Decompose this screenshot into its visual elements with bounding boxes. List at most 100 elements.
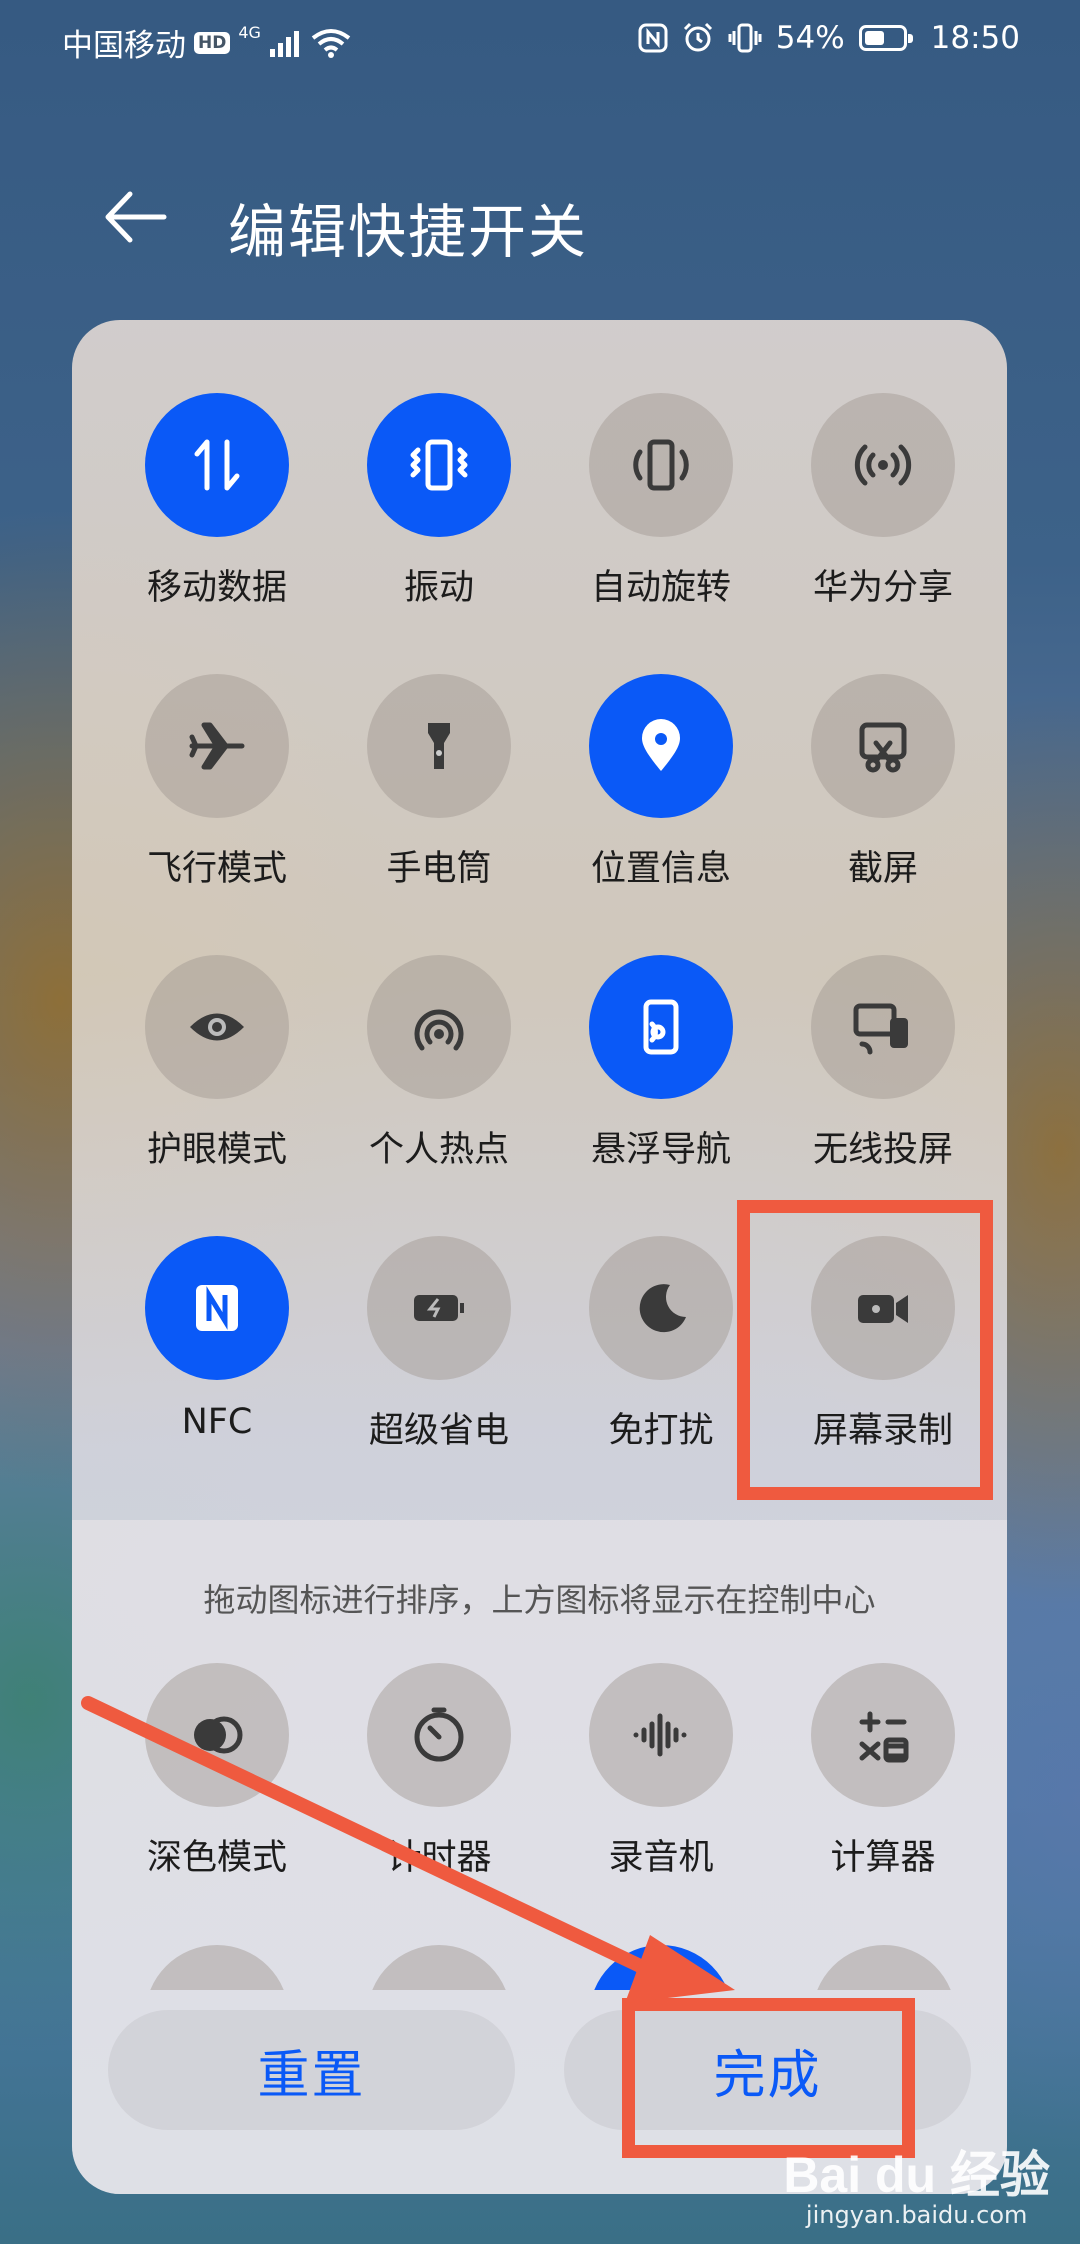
status-bar: 中国移动 HD 4G 54% 18:50 [0, 0, 1080, 80]
tile-label: 飞行模式 [146, 849, 287, 889]
tile-swap-vertical[interactable]: 移动数据 [122, 393, 312, 613]
calculator-icon [859, 1711, 909, 1763]
back-button[interactable] [100, 182, 180, 252]
header: 编辑快捷开关 [0, 170, 1080, 270]
flashlight-icon [428, 723, 450, 769]
tile-label: 位置信息 [590, 849, 731, 889]
tile-dark-mode[interactable]: 深色模式 [122, 1663, 312, 1883]
highlight-box-screen-record [737, 1200, 993, 1500]
tile-label: 录音机 [608, 1838, 714, 1878]
tile-auto-rotate[interactable]: 自动旋转 [566, 393, 756, 613]
tile-label: 手电筒 [386, 849, 492, 889]
partial-tile[interactable] [145, 1945, 289, 1990]
screenshot-scissors-icon [859, 722, 907, 773]
tile-toggle[interactable] [811, 955, 955, 1099]
signal-icon [269, 30, 299, 57]
tile-toggle[interactable] [811, 393, 955, 537]
hd-badge: HD [194, 31, 231, 54]
tile-label: 计时器 [386, 1838, 492, 1878]
tile-label: 振动 [403, 568, 474, 608]
tile-airplane[interactable]: 飞行模式 [122, 674, 312, 894]
tile-toggle[interactable] [367, 1236, 511, 1380]
partial-tile[interactable] [367, 1945, 511, 1990]
wireless-projection-icon [853, 1003, 908, 1055]
tile-vibrate[interactable]: 振动 [344, 393, 534, 613]
vibrate-icon [410, 439, 468, 491]
tile-label: 计算器 [830, 1838, 936, 1878]
tile-nfc[interactable]: NFC [122, 1236, 312, 1456]
tile-toggle[interactable] [367, 393, 511, 537]
tile-toggle[interactable] [367, 955, 511, 1099]
clock: 18:50 [930, 20, 1020, 56]
battery-saver-icon [414, 1295, 464, 1321]
partial-tile[interactable] [812, 1945, 956, 1990]
eye-icon [190, 1013, 244, 1041]
partial-tile[interactable] [589, 1945, 733, 1990]
tile-label: 超级省电 [368, 1411, 509, 1451]
floating-nav-icon [643, 999, 679, 1055]
location-pin-icon [642, 719, 680, 771]
tile-flashlight[interactable]: 手电筒 [344, 674, 534, 894]
tile-label: 自动旋转 [590, 568, 731, 608]
tile-toggle[interactable] [811, 1663, 955, 1807]
battery-icon [858, 25, 913, 51]
hotspot-icon [414, 1009, 464, 1051]
watermark-logo: Bai du 经验 [783, 2147, 1050, 2203]
swap-vertical-icon [194, 439, 240, 491]
tile-hotspot[interactable]: 个人热点 [344, 955, 534, 1175]
dark-mode-icon [194, 1716, 243, 1754]
tile-label: 移动数据 [146, 568, 287, 608]
tile-toggle[interactable] [145, 955, 289, 1099]
tile-battery-saver[interactable]: 超级省电 [344, 1236, 534, 1456]
tile-toggle[interactable] [589, 955, 733, 1099]
sort-hint: 拖动图标进行排序，上方图标将显示在控制中心 [203, 1581, 876, 1619]
tile-label: 悬浮导航 [590, 1130, 731, 1170]
tile-screenshot-scissors[interactable]: 截屏 [788, 674, 978, 894]
tile-moon[interactable]: 免打扰 [566, 1236, 756, 1456]
share-broadcast-icon [854, 444, 912, 486]
tile-wireless-projection[interactable]: 无线投屏 [788, 955, 978, 1175]
tile-share-broadcast[interactable]: 华为分享 [788, 393, 978, 613]
tile-label: 截屏 [847, 849, 918, 889]
moon-icon [639, 1284, 686, 1333]
tile-toggle[interactable] [145, 1236, 289, 1380]
waveform-icon [633, 1713, 687, 1757]
tile-toggle[interactable] [589, 674, 733, 818]
tile-toggle[interactable] [589, 1236, 733, 1380]
tile-label: 护眼模式 [146, 1130, 287, 1170]
airplane-icon [189, 722, 245, 770]
tile-label: NFC [181, 1402, 253, 1442]
vibrate-status-icon [728, 23, 762, 53]
tile-toggle[interactable] [589, 1663, 733, 1807]
wifi-icon [311, 28, 351, 58]
tile-label: 深色模式 [146, 1838, 287, 1878]
tile-toggle[interactable] [367, 674, 511, 818]
tile-toggle[interactable] [367, 1663, 511, 1807]
alarm-icon [683, 22, 712, 52]
watermark: Bai du 经验 jingyan.baidu.com [783, 2135, 1050, 2229]
network-type: 4G [238, 23, 261, 42]
back-arrow-icon [105, 191, 167, 243]
carrier-name: 中国移动 [62, 28, 186, 64]
page-title: 编辑快捷开关 [228, 198, 589, 266]
tile-waveform[interactable]: 录音机 [566, 1663, 756, 1883]
tile-calculator[interactable]: 计算器 [788, 1663, 978, 1883]
nfc-status-icon [638, 23, 668, 53]
tile-location-pin[interactable]: 位置信息 [566, 674, 756, 894]
auto-rotate-icon [633, 439, 689, 491]
tile-toggle[interactable] [145, 393, 289, 537]
tile-timer[interactable]: 计时器 [344, 1663, 534, 1883]
tile-label: 无线投屏 [812, 1130, 953, 1170]
tile-eye[interactable]: 护眼模式 [122, 955, 312, 1175]
reset-button[interactable]: 重置 [108, 2010, 515, 2130]
watermark-url: jingyan.baidu.com [805, 2201, 1028, 2229]
tile-toggle[interactable] [811, 674, 955, 818]
highlight-box-done [622, 1998, 915, 2158]
tile-label: 华为分享 [812, 568, 953, 608]
tile-toggle[interactable] [589, 393, 733, 537]
tile-toggle[interactable] [145, 1663, 289, 1807]
tile-floating-nav[interactable]: 悬浮导航 [566, 955, 756, 1175]
nfc-icon [196, 1285, 238, 1331]
tile-toggle[interactable] [145, 674, 289, 818]
tile-label: 个人热点 [368, 1130, 509, 1170]
